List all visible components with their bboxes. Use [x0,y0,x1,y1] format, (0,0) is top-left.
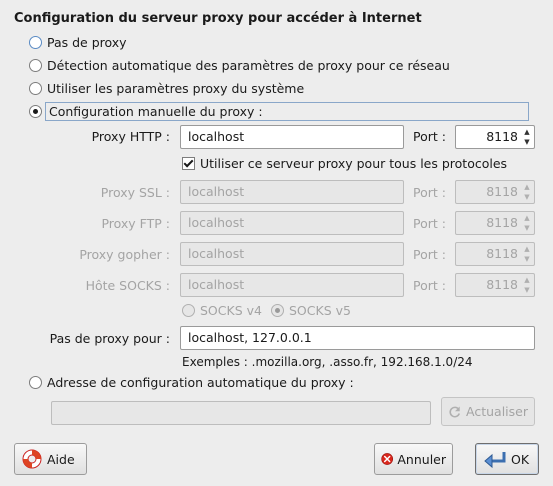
auto-config-url-input[interactable] [51,401,431,425]
spinner-arrows-icon[interactable]: ▲ ▼ [522,275,532,295]
proxy-http-port-spinner[interactable]: 8118 ▲ ▼ [455,125,535,149]
proxy-ssl-input[interactable]: localhost [180,180,404,204]
proxy-ssl-port-spinner[interactable]: 8118 ▲ ▼ [455,180,535,204]
socks-host-input[interactable]: localhost [180,273,404,297]
no-proxy-for-label: Pas de proxy pour : [49,331,170,346]
radio-socks-v4[interactable]: SOCKS v4 [182,303,262,318]
help-label: Aide [47,451,75,467]
radio-manual-proxy[interactable]: Configuration manuelle du proxy : [29,100,529,122]
lifebuoy-icon [22,449,42,469]
socks-host-label: Hôte SOCKS : [85,278,170,293]
help-button[interactable]: Aide [14,443,87,475]
proxy-ftp-port-label: Port : [413,216,446,231]
radio-button[interactable] [29,104,42,118]
proxy-gopher-port-label: Port : [413,247,446,262]
radio-manual-proxy-label: Configuration manuelle du proxy : [45,101,529,121]
spinner-arrows-icon[interactable]: ▲ ▼ [522,127,532,147]
radio-auto-config-url[interactable]: Adresse de configuration automatique du … [29,371,354,393]
proxy-ftp-port-spinner[interactable]: 8118 ▲ ▼ [455,211,535,235]
auto-config-url-label: Adresse de configuration automatique du … [47,374,354,390]
radio-button[interactable] [271,304,284,317]
proxy-gopher-label: Proxy gopher : [79,247,170,262]
cancel-icon [381,453,394,465]
spinner-arrows-icon[interactable]: ▲ ▼ [522,182,532,202]
ok-label: OK [511,451,530,467]
no-proxy-for-input[interactable]: localhost, 127.0.0.1 [180,326,535,350]
socks-v5-label: SOCKS v5 [289,303,351,318]
cancel-label: Annuler [397,451,446,467]
radio-no-proxy-label: Pas de proxy [47,34,127,50]
proxy-http-label: Proxy HTTP : [91,129,170,144]
radio-socks-v5[interactable]: SOCKS v5 [271,303,351,318]
use-for-all-checkbox[interactable]: Utiliser ce serveur proxy pour tous les … [182,156,507,171]
dialog-title: Configuration du serveur proxy pour accé… [14,11,422,26]
radio-system-proxy-label: Utiliser les paramètres proxy du système [47,80,305,96]
radio-button[interactable] [29,35,42,49]
cancel-button[interactable]: Annuler [374,443,453,475]
radio-system-proxy[interactable]: Utiliser les paramètres proxy du système [29,77,304,99]
proxy-http-port-label: Port : [413,129,446,144]
no-proxy-examples: Exemples : .mozilla.org, .asso.fr, 192.1… [182,355,473,369]
use-for-all-label: Utiliser ce serveur proxy pour tous les … [200,156,508,171]
socks-v4-label: SOCKS v4 [200,303,262,318]
spinner-arrows-icon[interactable]: ▲ ▼ [522,244,532,264]
proxy-http-input[interactable]: localhost [180,125,404,149]
socks-port-spinner[interactable]: 8118 ▲ ▼ [455,273,535,297]
proxy-gopher-port-spinner[interactable]: 8118 ▲ ▼ [455,242,535,266]
port-value: 8118 [486,129,518,144]
proxy-ssl-label: Proxy SSL : [100,185,170,200]
port-value: 8118 [486,246,518,261]
reload-button[interactable]: Actualiser [441,397,535,426]
radio-button[interactable] [29,375,42,389]
reload-icon [449,406,461,417]
proxy-gopher-input[interactable]: localhost [180,242,404,266]
radio-no-proxy[interactable]: Pas de proxy [29,31,127,53]
proxy-ftp-input[interactable]: localhost [180,211,404,235]
proxy-ssl-port-label: Port : [413,185,446,200]
proxy-ftp-label: Proxy FTP : [101,216,170,231]
checkbox-checked-icon[interactable] [182,157,195,170]
enter-arrow-icon [484,452,506,469]
ok-button[interactable]: OK [475,443,539,475]
radio-button[interactable] [182,304,195,317]
reload-label: Actualiser [466,404,528,419]
radio-button[interactable] [29,81,42,95]
radio-auto-detect[interactable]: Détection automatique des paramètres de … [29,54,450,76]
radio-button[interactable] [29,58,42,72]
port-value: 8118 [486,215,518,230]
radio-auto-detect-label: Détection automatique des paramètres de … [47,57,450,73]
spinner-arrows-icon[interactable]: ▲ ▼ [522,213,532,233]
port-value: 8118 [486,277,518,292]
socks-port-label: Port : [413,278,446,293]
port-value: 8118 [486,184,518,199]
